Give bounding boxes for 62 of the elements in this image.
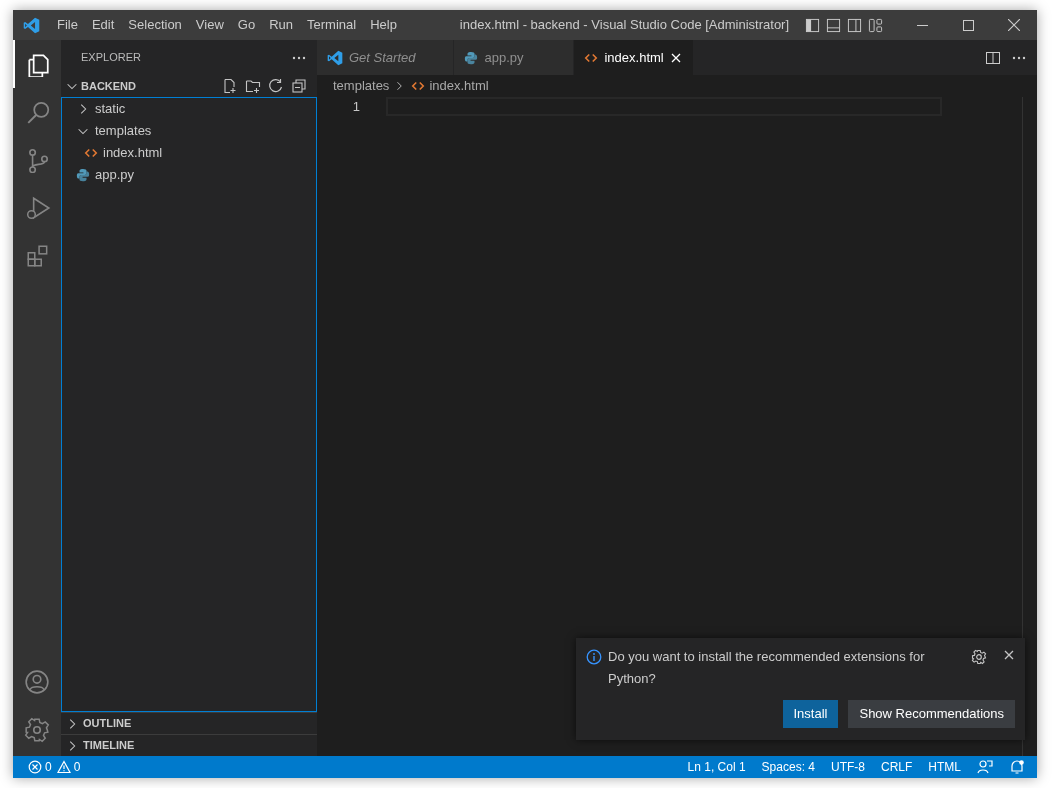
error-count[interactable]: 0: [45, 758, 52, 776]
code-brackets-icon: [411, 79, 426, 93]
files-icon[interactable]: [25, 51, 51, 77]
code-brackets-icon: [84, 146, 98, 160]
warning-icon: [56, 760, 71, 774]
snake-logo-icon: [76, 168, 90, 182]
section-header[interactable]: TIMELINE: [83, 737, 135, 754]
collapse-all-icon[interactable]: [291, 78, 307, 94]
editor-tab[interactable]: index.html: [574, 40, 695, 75]
breadcrumb-item[interactable]: index.html: [429, 76, 489, 96]
line-number: 1: [351, 98, 360, 116]
bell-icon[interactable]: [1009, 759, 1025, 775]
new-folder-icon[interactable]: [245, 78, 261, 94]
install-button[interactable]: Install: [782, 700, 839, 728]
warning-count[interactable]: 0: [73, 758, 81, 776]
toggle-secondary-sidebar-icon[interactable]: [847, 17, 862, 33]
settings-icon[interactable]: [971, 649, 987, 665]
editor-tab[interactable]: Get Started: [317, 40, 455, 75]
snake-logo-icon: [464, 50, 479, 65]
menu-item[interactable]: File: [50, 15, 85, 35]
play-bug-icon[interactable]: [25, 195, 51, 221]
menu-item[interactable]: Edit: [84, 15, 122, 35]
new-file-icon[interactable]: [222, 78, 238, 94]
sidebar-title: EXPLORER: [81, 50, 141, 66]
window-title: index.html - backend - Visual Studio Code [Administrator]: [458, 16, 791, 35]
menu-item[interactable]: Help: [363, 15, 404, 35]
show-recommendations-button[interactable]: Show Recommendations: [848, 700, 1015, 728]
status-item[interactable]: CRLF: [881, 758, 913, 776]
split-editor-icon[interactable]: [985, 49, 1001, 66]
account-icon[interactable]: [24, 669, 50, 695]
close-icon[interactable]: [1008, 19, 1020, 31]
menu-item[interactable]: Terminal: [300, 15, 364, 35]
close-icon[interactable]: [669, 51, 682, 64]
editor-tab[interactable]: app.py: [454, 40, 575, 75]
status-item[interactable]: Ln 1, Col 1: [687, 758, 746, 776]
menu-item[interactable]: View: [188, 15, 231, 35]
breadcrumb-item[interactable]: templates: [333, 76, 390, 96]
close-icon[interactable]: [1003, 649, 1015, 661]
menu-item[interactable]: Run: [262, 15, 300, 35]
error-icon: [28, 760, 42, 774]
vscode-logo-icon: [23, 16, 40, 34]
tree-item[interactable]: templates: [95, 121, 152, 141]
tree-item[interactable]: index.html: [103, 143, 163, 163]
feedback-icon[interactable]: [977, 759, 993, 775]
status-item[interactable]: UTF-8: [831, 758, 865, 776]
tree-item[interactable]: static: [95, 99, 126, 119]
customize-layout-icon[interactable]: [868, 17, 883, 33]
maximize-icon[interactable]: [962, 19, 974, 31]
toggle-sidebar-icon[interactable]: [805, 17, 820, 33]
notification-message: Do you want to install the recommended extensions for Python?: [608, 648, 926, 688]
search-icon[interactable]: [25, 99, 51, 125]
status-item[interactable]: Spaces: 4: [761, 758, 815, 776]
status-item[interactable]: HTML: [928, 758, 961, 776]
toggle-panel-icon[interactable]: [826, 17, 841, 33]
menu-item[interactable]: Go: [230, 15, 263, 35]
info-icon: [586, 649, 602, 665]
section-header[interactable]: BACKEND: [81, 77, 215, 95]
section-header[interactable]: OUTLINE: [83, 715, 132, 732]
tree-item[interactable]: app.py: [95, 165, 135, 185]
menu-item[interactable]: Selection: [121, 15, 189, 35]
vscode-logo-icon: [327, 49, 343, 66]
refresh-icon[interactable]: [268, 78, 284, 94]
